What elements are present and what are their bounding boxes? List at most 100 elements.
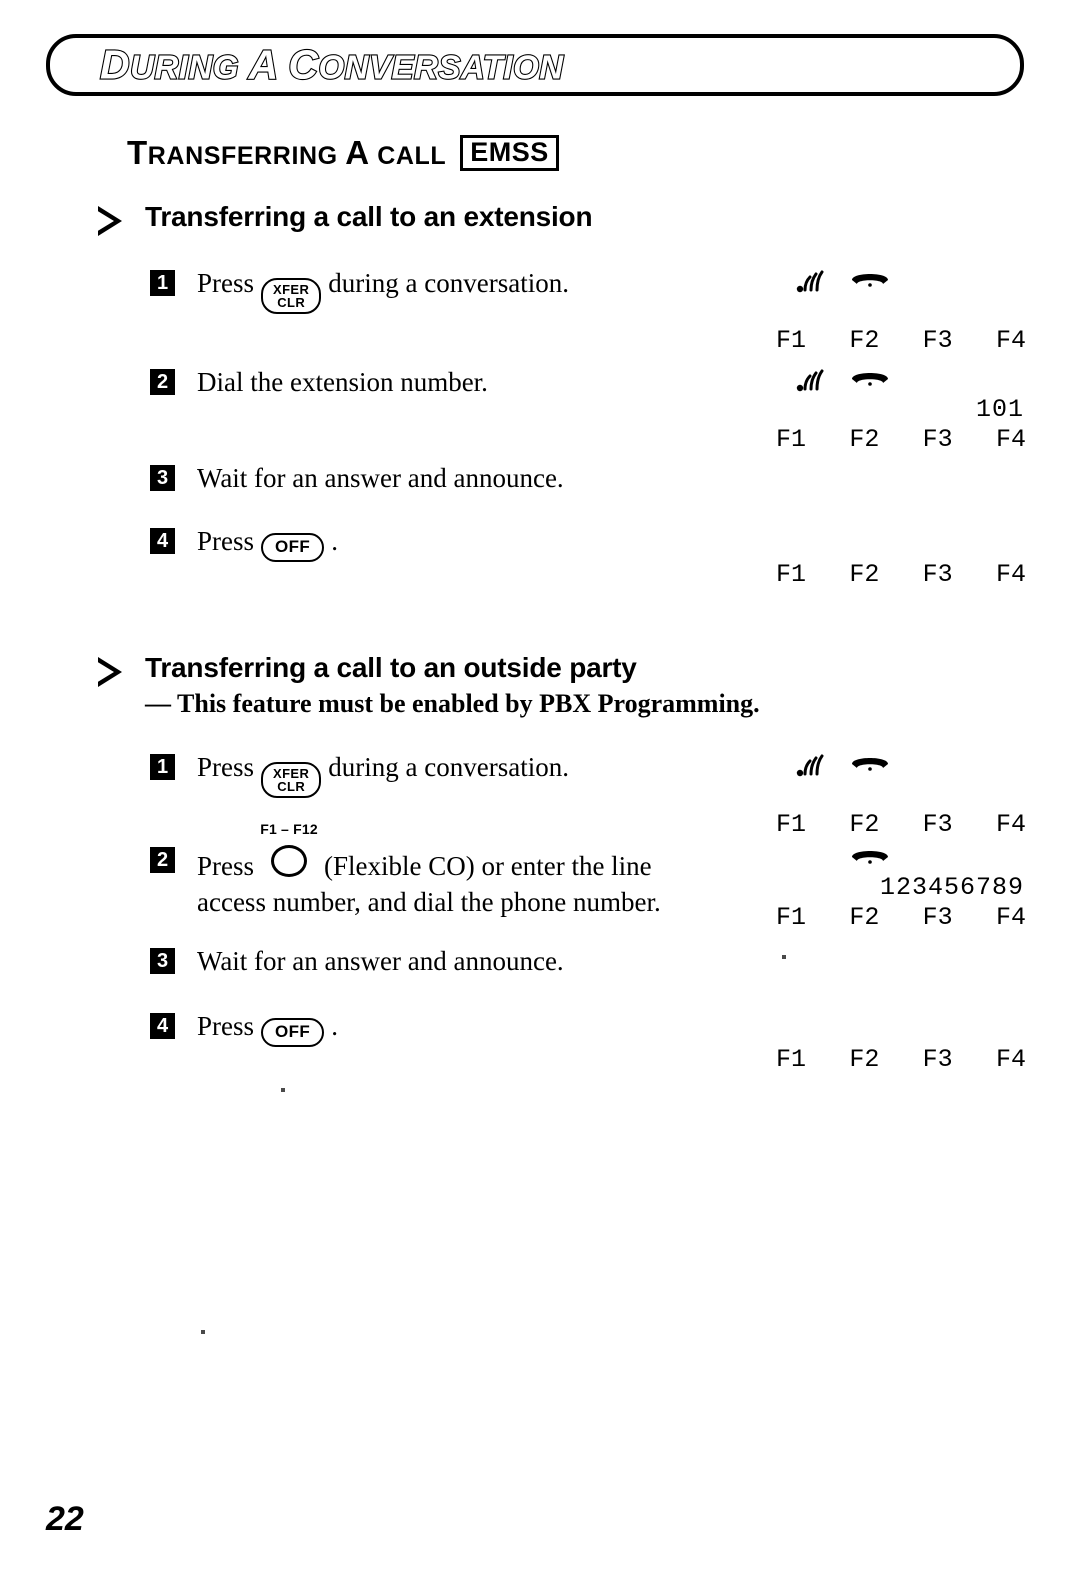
fkey-f1[interactable]: F1 [776, 810, 806, 839]
fkey-f4[interactable]: F4 [996, 1045, 1026, 1074]
lcd-function-keys: F1 F2 F3 F4 [760, 903, 1030, 932]
signal-antenna-icon [796, 369, 828, 401]
lcd-display-4: F1 F2 F3 F4 [760, 750, 1030, 839]
subsection-title: Transferring a call to an extension [145, 201, 593, 232]
lcd-display-2: 101 F1 F2 F3 F4 [760, 365, 1030, 454]
fkey-f3[interactable]: F3 [923, 903, 953, 932]
lcd-icon-row [760, 365, 1030, 395]
fkey-f3[interactable]: F3 [923, 560, 953, 589]
step-number: 2 [150, 847, 175, 873]
lcd-function-keys: F1 F2 F3 F4 [760, 810, 1030, 839]
section-title-text: TRANSFERRING A CALL [127, 134, 447, 171]
step-2-4: 4 Press OFF . [150, 1009, 338, 1047]
fkey-f3[interactable]: F3 [923, 425, 953, 454]
handset-icon [848, 752, 892, 784]
step-2-3: 3 Wait for an answer and announce. [150, 944, 564, 980]
lcd-function-keys: F1 F2 F3 F4 [760, 326, 1030, 355]
lcd-display-3: F1 F2 F3 F4 [760, 500, 1030, 589]
triangle-bullet-icon [96, 657, 122, 687]
lcd-icon-row [760, 266, 1030, 296]
lcd-display-5: 123456789 F1 F2 F3 F4 [760, 843, 1030, 932]
step-text-before: Press [197, 268, 255, 298]
page-number: 22 [46, 1500, 84, 1538]
step-number: 1 [150, 754, 175, 780]
step-text: Wait for an answer and announce. [197, 463, 564, 493]
fkey-f2[interactable]: F2 [849, 326, 879, 355]
step-1-2: 2 Dial the extension number. [150, 365, 488, 401]
step-text-after: during a conversation. [328, 268, 569, 298]
flexible-co-key-icon[interactable]: F1 – F12 [258, 821, 320, 877]
step-number: 4 [150, 1013, 175, 1039]
step-text-after: . [331, 526, 338, 556]
fkey-f2[interactable]: F2 [849, 903, 879, 932]
step-text-before: Press [197, 526, 255, 556]
step-text-line-2: access number, and dial the phone number… [197, 886, 661, 917]
fkey-f4[interactable]: F4 [996, 903, 1026, 932]
fkey-f4[interactable]: F4 [996, 425, 1026, 454]
lcd-function-keys: F1 F2 F3 F4 [760, 560, 1030, 589]
scan-speck [782, 955, 786, 959]
step-text: Wait for an answer and announce. [197, 946, 564, 976]
subsection-note: — This feature must be enabled by PBX Pr… [145, 689, 760, 719]
step-text-after: . [331, 1011, 338, 1041]
step-text: Dial the extension number. [197, 367, 488, 397]
step-text-after: (Flexible CO) or enter the line [324, 851, 652, 881]
lcd-value [760, 530, 1030, 560]
step-text-before: Press [197, 752, 255, 782]
manual-page: DURING A CONVERSATION TRANSFERRING A CAL… [0, 0, 1080, 1572]
lcd-icon-row [760, 985, 1030, 1015]
fkey-f2[interactable]: F2 [849, 810, 879, 839]
lcd-icon-row [760, 843, 1030, 873]
signal-antenna-icon [796, 754, 828, 786]
step-number: 4 [150, 528, 175, 554]
fkey-f1[interactable]: F1 [776, 425, 806, 454]
step-1-3: 3 Wait for an answer and announce. [150, 461, 564, 497]
emss-badge: EMSS [460, 134, 559, 172]
fkey-f1[interactable]: F1 [776, 326, 806, 355]
fkey-f3[interactable]: F3 [923, 1045, 953, 1074]
handset-icon [848, 268, 892, 300]
step-1-4: 4 Press OFF . [150, 524, 338, 562]
section-title: TRANSFERRING A CALL EMSS [127, 134, 559, 172]
fkey-f4[interactable]: F4 [996, 326, 1026, 355]
fkey-f4[interactable]: F4 [996, 810, 1026, 839]
step-number: 3 [150, 948, 175, 974]
lcd-value [760, 1015, 1030, 1045]
step-2-2: 2 Press F1 – F12 (Flexible CO) or enter … [150, 821, 661, 920]
fkey-f2[interactable]: F2 [849, 560, 879, 589]
lcd-value: 123456789 [879, 873, 1024, 902]
flexible-co-key-label: F1 – F12 [260, 821, 318, 837]
fkey-f1[interactable]: F1 [776, 560, 806, 589]
step-number: 2 [150, 369, 175, 395]
scan-speck [201, 1330, 205, 1334]
fkey-f1[interactable]: F1 [776, 903, 806, 932]
page-banner: DURING A CONVERSATION [46, 34, 1024, 96]
step-number: 3 [150, 465, 175, 491]
xfer-clr-key-icon[interactable]: XFER CLR [261, 278, 322, 314]
fkey-f1[interactable]: F1 [776, 1045, 806, 1074]
signal-antenna-icon [796, 270, 828, 302]
step-number: 1 [150, 270, 175, 296]
off-key-icon[interactable]: OFF [261, 1018, 325, 1047]
off-key-icon[interactable]: OFF [261, 533, 325, 562]
step-2-1: 1 Press XFER CLR during a conversation. [150, 750, 569, 798]
triangle-bullet-icon [96, 206, 122, 236]
lcd-function-keys: F1 F2 F3 F4 [760, 425, 1030, 454]
banner-title: DURING A CONVERSATION [99, 40, 564, 88]
key-line-2: CLR [277, 295, 306, 310]
subsection-heading-outside-party: Transferring a call to an outside party … [96, 652, 760, 719]
fkey-f3[interactable]: F3 [923, 810, 953, 839]
fkey-f4[interactable]: F4 [996, 560, 1026, 589]
subsection-heading-extension: Transferring a call to an extension [96, 201, 593, 236]
xfer-clr-key-icon[interactable]: XFER CLR [261, 762, 322, 798]
fkey-f3[interactable]: F3 [923, 326, 953, 355]
lcd-icon-row [760, 500, 1030, 530]
lcd-display-6: F1 F2 F3 F4 [760, 985, 1030, 1074]
subsection-title: Transferring a call to an outside party [145, 652, 637, 683]
handset-icon [848, 367, 892, 399]
fkey-f2[interactable]: F2 [849, 425, 879, 454]
key-line-2: CLR [277, 779, 306, 794]
fkey-f2[interactable]: F2 [849, 1045, 879, 1074]
lcd-function-keys: F1 F2 F3 F4 [760, 1045, 1030, 1074]
handset-icon [848, 845, 892, 877]
